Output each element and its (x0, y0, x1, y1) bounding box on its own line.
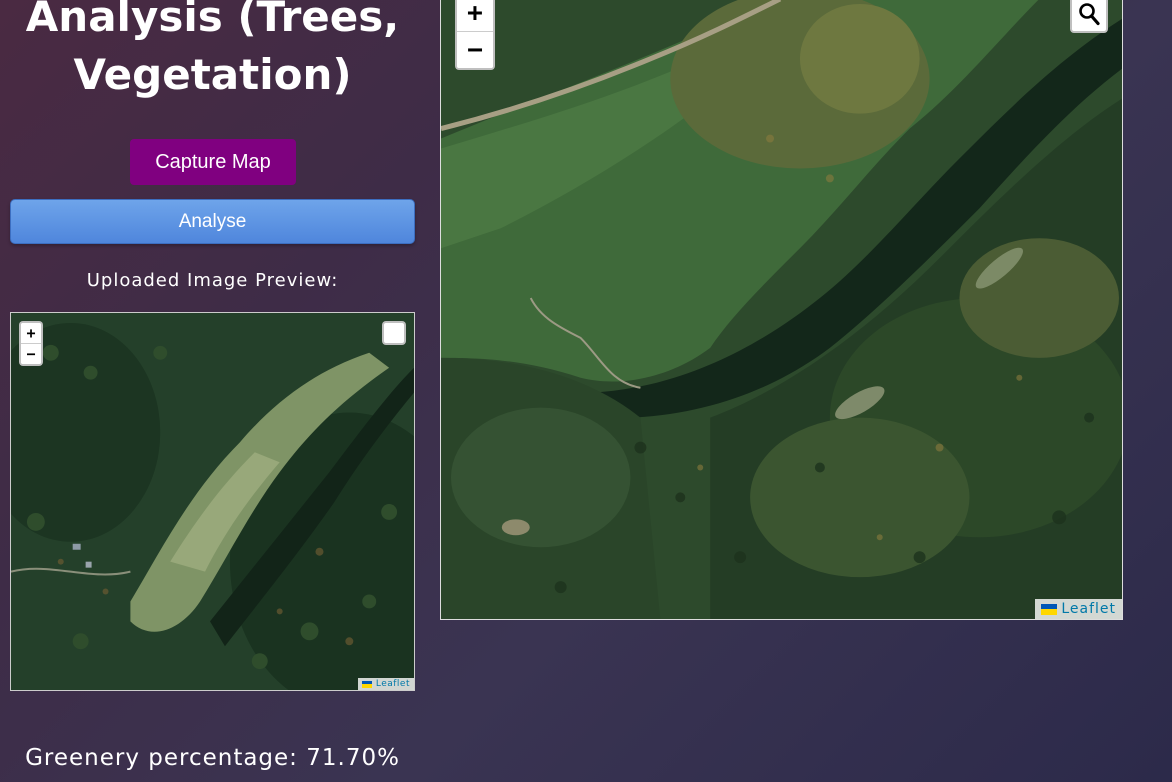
preview-attribution-link[interactable]: Leaflet (357, 678, 414, 690)
main-zoom-control: + − (455, 0, 495, 70)
main-zoom-in-button[interactable]: + (457, 0, 493, 31)
page-title: Analysis (Trees, Vegetation) (25, 0, 400, 99)
main-satellite-image (441, 0, 1122, 619)
preview-label: Uploaded Image Preview: (86, 270, 339, 291)
preview-map[interactable]: + − Leaflet (10, 312, 415, 691)
preview-zoom-in-button[interactable]: + (21, 323, 41, 343)
analyse-button[interactable]: Analyse (10, 199, 415, 244)
preview-satellite-image (11, 313, 414, 690)
main-zoom-out-button[interactable]: − (457, 31, 493, 68)
main-map[interactable]: + − Leaflet (440, 0, 1123, 620)
preview-zoom-control: + − (19, 321, 43, 366)
greenery-percentage: Greenery percentage: 71.70% (25, 745, 400, 771)
main-attribution-text: Leaflet (1061, 601, 1116, 617)
preview-zoom-out-button[interactable]: − (21, 343, 41, 364)
preview-toggle-control[interactable] (382, 321, 406, 345)
preview-attribution-text: Leaflet (375, 679, 410, 689)
capture-map-button[interactable]: Capture Map (130, 139, 296, 185)
main-attribution-link[interactable]: Leaflet (1035, 599, 1122, 619)
search-button[interactable] (1070, 0, 1108, 33)
ukraine-flag-icon (361, 680, 372, 688)
search-icon (1079, 3, 1100, 26)
ukraine-flag-icon (1041, 603, 1058, 615)
